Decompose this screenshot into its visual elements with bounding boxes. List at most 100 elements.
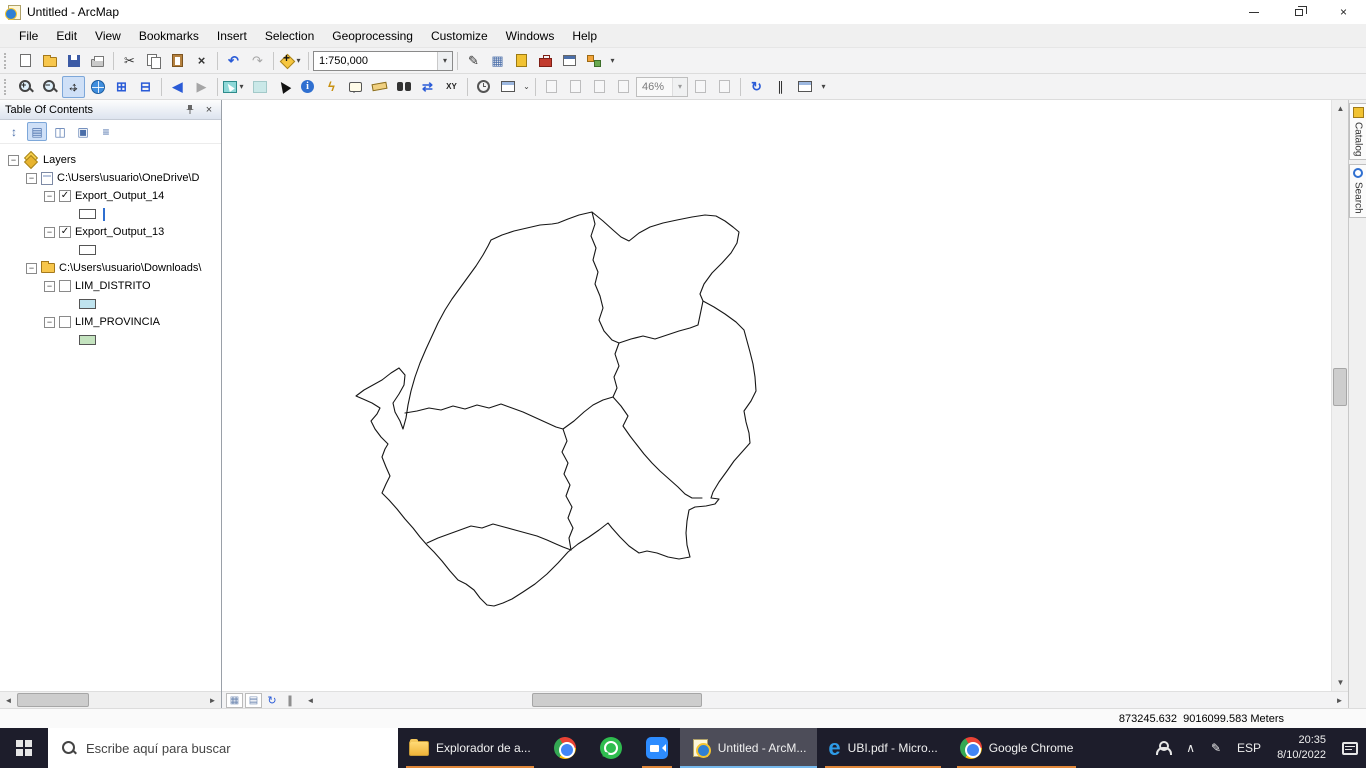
scroll-left-icon[interactable]: ◄ [302,692,319,709]
toolbar-grip[interactable] [4,52,9,69]
data-view-button[interactable]: ▦ [226,692,243,708]
python-window-button[interactable] [558,50,581,72]
menu-bookmarks[interactable]: Bookmarks [130,26,208,46]
fixed-zoom-in-button[interactable]: ⊞ [110,76,133,98]
pin-icon[interactable] [183,103,197,117]
zoom-in-button[interactable]: + [14,76,37,98]
toc-layer-lim-provincia[interactable]: − LIM_PROVINCIA [0,313,221,331]
cut-button[interactable]: ✂ [118,50,141,72]
app-chrome-pinned[interactable] [542,728,588,768]
scroll-left-icon[interactable]: ◄ [0,692,17,709]
go-to-xy-button[interactable]: XY [440,76,463,98]
scroll-right-icon[interactable]: ► [204,692,221,709]
app-edge-pdf[interactable]: e UBI.pdf - Micro... [817,728,948,768]
toolbar-overflow-icon[interactable]: ⌄ [522,82,531,91]
layout-tool-button-5[interactable] [689,76,712,98]
toc-scroll-track[interactable] [17,692,204,708]
toc-node-onedrive-group[interactable]: − C:\Users\usuario\OneDrive\D [0,169,221,187]
pause-drawing-button[interactable]: ∥ [769,76,792,98]
list-by-source-button[interactable]: ▤ [27,122,47,141]
full-extent-button[interactable] [86,76,109,98]
list-by-visibility-button[interactable]: ◫ [50,122,70,141]
copy-button[interactable] [142,50,165,72]
show-hidden-icons-button[interactable]: ∧ [1178,728,1203,768]
expander-icon[interactable]: − [44,226,55,238]
new-map-button[interactable] [14,50,37,72]
toc-options-button[interactable]: ≡ [96,122,116,141]
polygon-symbol-swatch[interactable] [79,209,96,219]
tab-search[interactable]: Search [1349,164,1366,219]
app-whatsapp[interactable] [588,728,634,768]
back-extent-button[interactable]: ◀ [166,76,189,98]
app-file-explorer[interactable]: Explorador de a... [398,728,542,768]
forward-extent-button[interactable]: ▶ [190,76,213,98]
attribute-table-button[interactable]: ▦ [486,50,509,72]
expander-icon[interactable]: − [44,316,55,328]
expander-icon[interactable]: − [44,280,55,292]
polygon-symbol-swatch[interactable] [79,299,96,309]
toc-layer-export-output-14[interactable]: − ✓ Export_Output_14 [0,187,221,205]
viewer-window-button[interactable] [496,76,519,98]
clock-tray[interactable]: 20:35 8/10/2022 [1269,728,1334,768]
refresh-view-button[interactable]: ↻ [745,76,768,98]
delete-button[interactable]: × [190,50,213,72]
language-indicator[interactable]: ESP [1229,728,1269,768]
catalog-window-button[interactable] [510,50,533,72]
map-canvas[interactable] [222,100,1331,691]
polygon-symbol-swatch[interactable] [79,245,96,255]
map-hscroll-thumb[interactable] [531,693,702,707]
scale-dropdown-icon[interactable]: ▾ [437,51,452,70]
layout-tool-button-3[interactable] [588,76,611,98]
map-vertical-scrollbar[interactable]: ▲ ▼ [1331,100,1348,691]
modelbuilder-button[interactable] [582,50,605,72]
menu-insert[interactable]: Insert [208,26,256,46]
app-google-chrome[interactable]: Google Chrome [949,728,1085,768]
select-elements-button[interactable] [272,76,295,98]
save-button[interactable] [62,50,85,72]
symbol-row-lim-distrito[interactable] [0,295,221,313]
redo-button[interactable]: ↷ [246,50,269,72]
toc-layer-export-output-13[interactable]: − ✓ Export_Output_13 [0,223,221,241]
toc-scroll-thumb[interactable] [17,693,89,707]
toc-close-icon[interactable]: × [202,103,216,117]
measure-button[interactable] [368,76,391,98]
find-route-button[interactable]: ⇄ [416,76,439,98]
pen-settings-button[interactable]: ✎ [1203,728,1229,768]
expander-icon[interactable]: − [26,172,37,184]
scroll-right-icon[interactable]: ► [1331,692,1348,709]
zoom-percent-dropdown-icon[interactable]: ▾ [672,77,687,96]
pan-button[interactable] [62,75,85,98]
zoom-out-button[interactable]: − [38,76,61,98]
taskbar-search[interactable]: Escribe aquí para buscar [48,728,398,768]
time-slider-button[interactable] [472,76,495,98]
identify-button[interactable]: i [296,76,319,98]
refresh-view-icon[interactable]: ↻ [264,694,280,707]
app-camera[interactable] [634,728,680,768]
menu-file[interactable]: File [10,26,47,46]
layout-view-button[interactable]: ▤ [245,692,262,708]
list-by-drawing-order-button[interactable]: ↕ [4,122,24,141]
menu-geoprocessing[interactable]: Geoprocessing [323,26,422,46]
app-arcmap[interactable]: Untitled - ArcM... [679,728,818,768]
toolbar-overflow-icon[interactable]: ▾ [608,56,617,65]
data-frame-tools-button[interactable] [793,76,816,98]
pause-drawing-icon[interactable]: ∥ [282,694,298,707]
open-button[interactable] [38,50,61,72]
layer-checkbox-checked[interactable]: ✓ [59,226,71,238]
scroll-up-icon[interactable]: ▲ [1332,100,1349,117]
start-button[interactable] [0,728,48,768]
symbol-row-export-output-14[interactable] [0,205,221,223]
select-features-button[interactable]: ▾ [222,76,247,98]
scale-combo[interactable]: 1:750,000 ▾ [313,50,453,71]
select-features-dropdown-icon[interactable]: ▾ [237,82,246,91]
paste-button[interactable] [166,50,189,72]
menu-help[interactable]: Help [563,26,606,46]
zoom-percent-combo[interactable]: 46% ▾ [636,76,688,97]
minimize-button[interactable] [1231,0,1276,24]
toc-node-layers[interactable]: − Layers [0,151,221,169]
people-button[interactable] [1147,728,1178,768]
tab-catalog[interactable]: Catalog [1349,103,1366,161]
layout-tool-button-6[interactable] [713,76,736,98]
expander-icon[interactable]: − [8,154,19,166]
expander-icon[interactable]: − [26,262,37,274]
